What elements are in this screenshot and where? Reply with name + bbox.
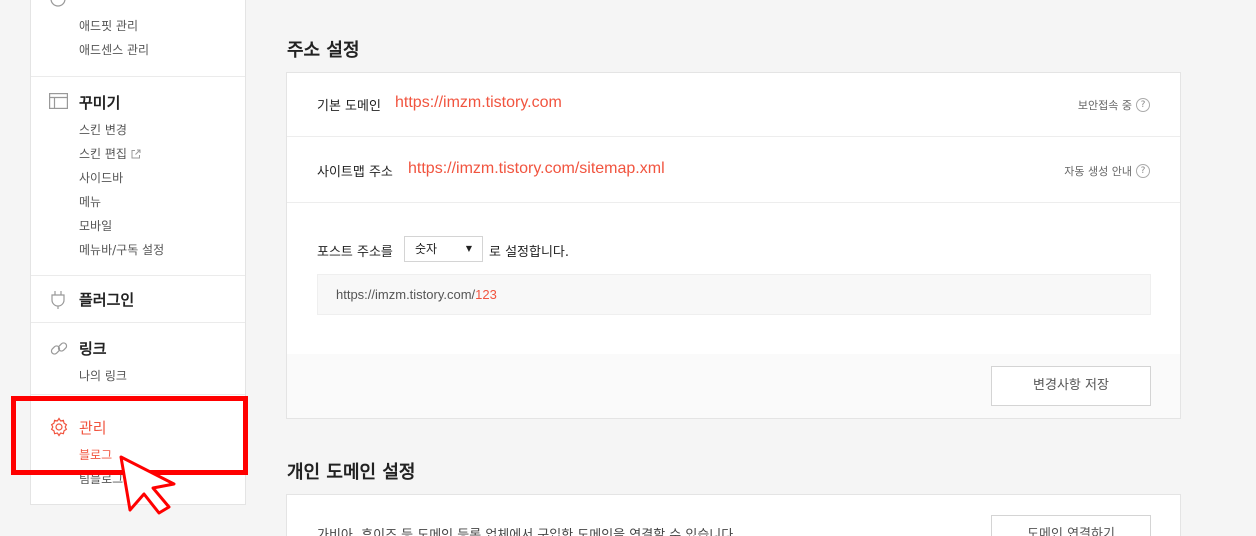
sidebar-heading-design[interactable]: 꾸미기 (79, 92, 120, 113)
plugin-icon (49, 290, 69, 309)
address-settings-panel: 기본 도메인 https://imzm.tistory.com 보안접속 중? … (286, 72, 1181, 419)
help-icon[interactable]: ? (1136, 164, 1150, 178)
post-address-suffix: 로 설정합니다. (489, 245, 570, 260)
sitemap-info-label: 자동 생성 안내 (1064, 165, 1132, 178)
sidebar-item-sidebar[interactable]: 사이드바 (79, 169, 123, 186)
sidebar-item-adsense[interactable]: 애드센스 관리 (79, 41, 149, 58)
base-domain-url[interactable]: https://imzm.tistory.com (395, 94, 562, 112)
ad-icon (49, 0, 69, 8)
help-icon[interactable]: ? (1136, 98, 1150, 112)
secure-access-label: 보안접속 중 (1077, 99, 1132, 112)
sidebar-item-adfit[interactable]: 애드핏 관리 (79, 17, 138, 34)
post-address-select-value: 숫자 (415, 242, 438, 256)
sidebar-item-my-link[interactable]: 나의 링크 (79, 367, 127, 384)
sidebar-item-menubar[interactable]: 메뉴바/구독 설정 (79, 241, 164, 258)
sidebar-section-design: 꾸미기 스킨 변경 스킨 편집 사이드바 메뉴 모바일 메뉴바/구독 설정 (31, 77, 245, 276)
layout-icon (49, 93, 69, 111)
link-icon (49, 339, 69, 357)
sitemap-info: 자동 생성 안내? (1064, 163, 1150, 179)
connect-domain-button[interactable]: 도메인 연결하기 (991, 515, 1151, 536)
base-domain-label: 기본 도메인 (317, 99, 381, 114)
sidebar-item-menu[interactable]: 메뉴 (79, 193, 101, 210)
sidebar-item-skin-change[interactable]: 스킨 변경 (79, 121, 127, 138)
post-address-preview: https://imzm.tistory.com/123 (317, 274, 1151, 315)
sitemap-url[interactable]: https://imzm.tistory.com/sitemap.xml (408, 160, 665, 178)
post-address-row: 포스트 주소를 숫자 ▼ 로 설정합니다. https://imzm.tistor… (287, 203, 1180, 354)
sidebar-item-mobile[interactable]: 모바일 (79, 217, 112, 234)
section-title-address: 주소 설정 (287, 40, 360, 61)
sidebar-section-plugin: 플러그인 (31, 276, 245, 323)
secure-access-status: 보안접속 중? (1078, 97, 1150, 113)
preview-prefix: https://imzm.tistory.com/ (336, 287, 476, 302)
dropdown-arrow-icon: ▼ (465, 244, 472, 253)
skin-edit-label: 스킨 편집 (79, 147, 127, 161)
personal-domain-description: 가비아, 후이즈 등 도메인 등록 업체에서 구입한 도메인을 연결할 수 있습… (317, 528, 738, 536)
sidebar-section-ad: 애드핏 관리 애드센스 관리 (31, 0, 245, 77)
post-address-select[interactable]: 숫자 ▼ (404, 236, 483, 262)
sitemap-row: 사이트맵 주소 https://imzm.tistory.com/sitemap… (287, 137, 1180, 203)
external-link-icon (131, 149, 141, 159)
base-domain-row: 기본 도메인 https://imzm.tistory.com 보안접속 중? (287, 73, 1180, 137)
sidebar-section-link: 링크 나의 링크 (31, 323, 245, 395)
sidebar-heading-plugin[interactable]: 플러그인 (79, 289, 134, 310)
address-panel-footer: 변경사항 저장 (287, 354, 1180, 418)
sidebar-heading-link[interactable]: 링크 (79, 338, 107, 359)
sidebar-item-skin-edit[interactable]: 스킨 편집 (79, 145, 141, 162)
section-title-personal-domain: 개인 도메인 설정 (287, 462, 416, 483)
post-address-label: 포스트 주소를 (317, 245, 393, 260)
personal-domain-panel: 가비아, 후이즈 등 도메인 등록 업체에서 구입한 도메인을 연결할 수 있습… (286, 494, 1181, 536)
sitemap-label: 사이트맵 주소 (317, 165, 393, 180)
preview-number: 123 (475, 287, 497, 302)
save-changes-button[interactable]: 변경사항 저장 (991, 366, 1151, 406)
pointer-cursor-icon (119, 455, 176, 515)
